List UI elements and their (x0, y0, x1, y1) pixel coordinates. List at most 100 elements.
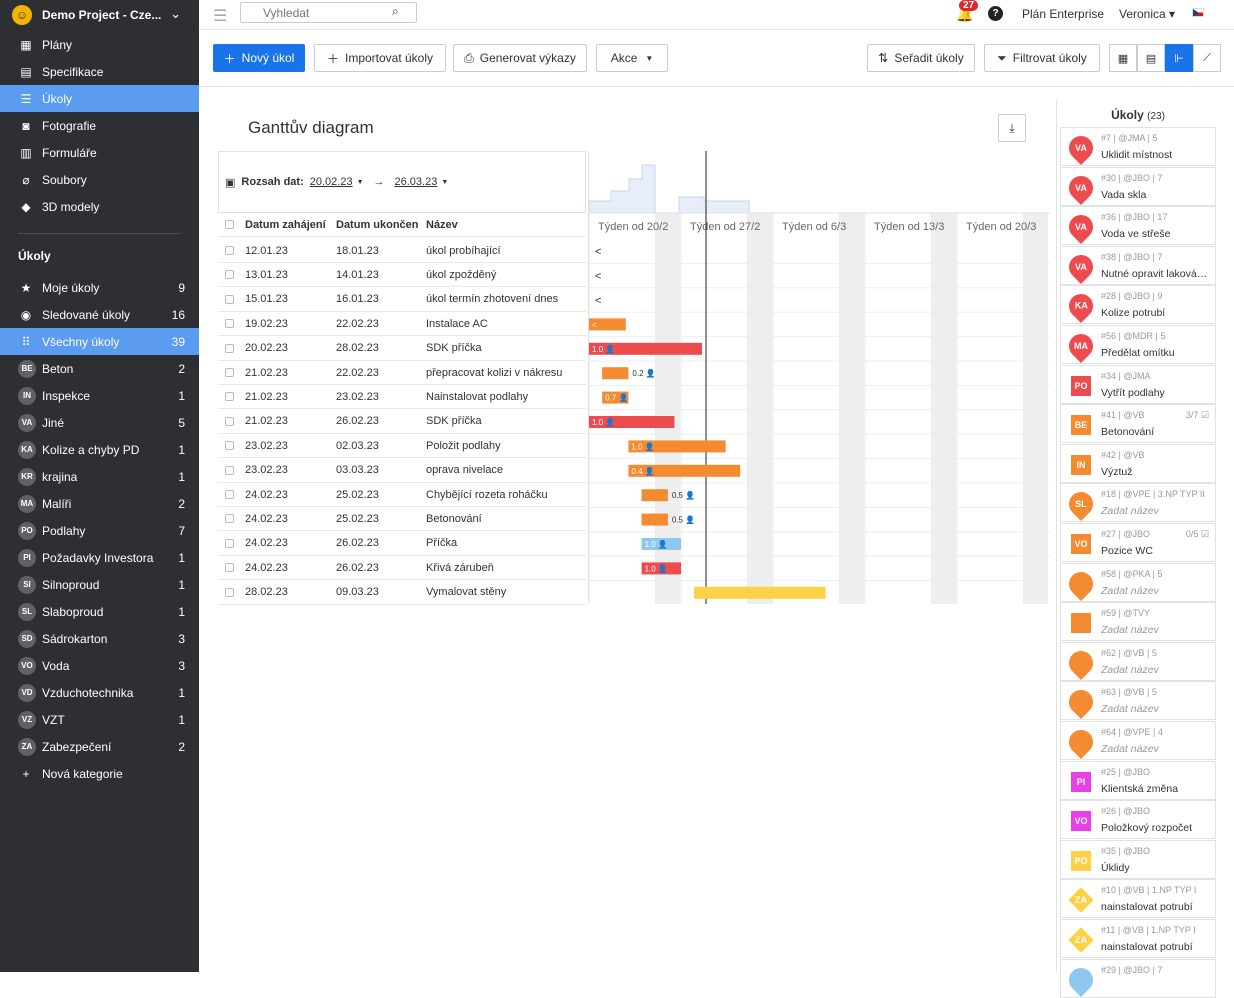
row-checkbox[interactable] (225, 246, 234, 255)
calendar-view-icon[interactable]: ▤ (1137, 44, 1165, 72)
task-card[interactable]: #59 | @TVY Zadat název (1060, 602, 1216, 642)
category-item[interactable]: VA Jiné 5 (0, 409, 199, 436)
download-icon[interactable]: ⤓ (998, 114, 1026, 142)
task-card[interactable]: ZA #10 | @VB | 1.NP TYP I nainstalovat pot… (1060, 879, 1216, 919)
sidebar-item-6[interactable]: ◆ 3D modely (0, 193, 199, 220)
row-checkbox[interactable] (225, 538, 234, 548)
row-checkbox[interactable] (225, 270, 234, 280)
row-checkbox[interactable] (225, 368, 234, 377)
task-card[interactable]: BE #41 | @VB Betonování 3/7 ☑ (1060, 404, 1216, 444)
generate-reports-button[interactable]: ⎙ Generovat výkazy (453, 44, 587, 72)
table-row[interactable]: 21.02.23 26.02.23 SDK příčka (218, 410, 586, 434)
category-item[interactable]: MA Malíři 2 (0, 490, 199, 517)
category-item[interactable]: KR krajina 1 (0, 463, 199, 490)
row-checkbox[interactable] (225, 416, 234, 426)
sidebar-item-1[interactable]: ▤ Specifikace (0, 58, 199, 85)
new-category-button[interactable]: + Nová kategorie (0, 760, 199, 787)
task-card[interactable]: VA #30 | @JBO | 7 Vada skla (1060, 166, 1216, 206)
column-header[interactable]: Datum ukončení (336, 219, 419, 231)
task-card[interactable]: VO #26 | @JBO Položkový rozpočet (1060, 800, 1216, 840)
user-menu[interactable]: Veronica ▾ (1119, 7, 1175, 21)
table-row[interactable]: 24.02.23 26.02.23 Příčka (218, 532, 586, 556)
category-item[interactable]: PO Podlahy 7 (0, 517, 199, 544)
date-from[interactable]: 20.02.23 (310, 176, 353, 188)
row-checkbox[interactable] (225, 465, 234, 475)
search-icon[interactable]: ⌕ (392, 4, 399, 19)
grid-view-icon[interactable]: ▦ (1109, 44, 1137, 72)
row-checkbox[interactable] (225, 441, 234, 451)
filter-tasks-button[interactable]: ⏷ Filtrovat úkoly (984, 44, 1100, 72)
row-checkbox[interactable] (225, 392, 234, 402)
table-row[interactable]: 13.01.23 14.01.23 úkol zpožděný (218, 263, 586, 288)
gantt-view-icon[interactable]: ⊩ (1165, 44, 1193, 72)
table-row[interactable]: 24.02.23 26.02.23 Křivá zárubeň (218, 556, 586, 581)
task-filter-1[interactable]: ◉ Sledované úkoly 16 (0, 301, 199, 328)
task-card[interactable]: PO #34 | @JMA Vytřít podlahy (1060, 364, 1216, 404)
search-input[interactable] (240, 2, 417, 23)
sidebar-item-2[interactable]: ☰ Úkoly (0, 85, 199, 112)
help-icon[interactable]: ? (988, 6, 1003, 21)
table-row[interactable]: 12.01.23 18.01.23 úkol probíhající (218, 239, 586, 263)
category-item[interactable]: ZA Zabezpečení 2 (0, 733, 199, 760)
sidebar-item-0[interactable]: ▦ Plány (0, 31, 199, 58)
task-card[interactable]: VA #7 | @JMA | 5 Uklidit místnost (1060, 127, 1216, 166)
task-card[interactable]: #62 | @VB | 5 Zadat název (1060, 641, 1216, 681)
gantt-bar[interactable] (641, 489, 668, 502)
sidebar-item-3[interactable]: ◙ Fotografie (0, 112, 199, 139)
category-item[interactable]: IN Inspekce 1 (0, 382, 199, 409)
gantt-bar[interactable] (641, 513, 668, 526)
category-item[interactable]: VO Voda 3 (0, 652, 199, 679)
table-row[interactable]: 28.02.23 09.03.23 Vymalovat stěny (218, 581, 586, 605)
chart-view-icon[interactable]: ⟋ (1193, 44, 1221, 72)
task-filter-2[interactable]: ⠿ Všechny úkoly 39 (0, 328, 199, 355)
row-checkbox[interactable] (225, 319, 234, 329)
sidebar-item-5[interactable]: ⌀ Soubory (0, 166, 199, 193)
task-card[interactable]: ZA #11 | @VB | 1.NP TYP I nainstalovat pot… (1060, 919, 1216, 958)
table-row[interactable]: 24.02.23 25.02.23 Betonování (218, 507, 586, 532)
project-selector[interactable]: ☺ Demo Project - Cze... ⌄ (0, 0, 199, 30)
sidebar-item-4[interactable]: ▥ Formuláře (0, 139, 199, 166)
task-card[interactable]: #29 | @JBO | 7 (1060, 958, 1216, 998)
actions-dropdown[interactable]: Akce ▼ (596, 44, 668, 72)
table-row[interactable]: 21.02.23 22.02.23 přepracovat kolizi v nák… (218, 361, 586, 385)
task-card[interactable]: PO #35 | @JBO Úklidy (1060, 839, 1216, 879)
table-row[interactable]: 21.02.23 23.02.23 Nainstalovat podlahy (218, 385, 586, 410)
import-tasks-button[interactable]: ＋ Importovat úkoly (314, 44, 446, 72)
row-checkbox[interactable] (225, 587, 234, 597)
task-card[interactable]: PI #25 | @JBO Klientská změna (1060, 760, 1216, 800)
table-row[interactable]: 20.02.23 28.02.23 SDK příčka (218, 337, 586, 361)
table-row[interactable]: 15.01.23 16.01.23 úkol termín zhotovení dn… (218, 288, 586, 312)
table-row[interactable]: 23.02.23 03.03.23 oprava nivelace (218, 459, 586, 483)
task-card[interactable]: VA #36 | @JBO | 17 Voda ve střeše (1060, 206, 1216, 246)
column-header[interactable]: Název (426, 219, 586, 231)
category-item[interactable]: SI Silnoproud 1 (0, 571, 199, 598)
table-row[interactable]: 19.02.23 22.02.23 Instalace AC (218, 312, 586, 337)
task-card[interactable]: MA #56 | @MDR | 5 Předělat omítku (1060, 325, 1216, 364)
task-card[interactable]: #58 | @PKA | 5 Zadat název (1060, 562, 1216, 602)
category-item[interactable]: BE Beton 2 (0, 355, 199, 382)
plan-link[interactable]: Plán Enterprise (1022, 7, 1104, 21)
task-filter-0[interactable]: ★ Moje úkoly 9 (0, 274, 199, 301)
task-card[interactable]: KA #28 | @JBO | 9 Kolize potrubí (1060, 285, 1216, 325)
gantt-bar[interactable] (694, 586, 826, 599)
category-item[interactable]: SD Sádrokarton 3 (0, 625, 199, 652)
row-checkbox[interactable] (225, 490, 234, 499)
row-checkbox[interactable] (225, 343, 234, 353)
task-card[interactable]: SL #18 | @VPE | 3.NP TYP II Zadat název (1060, 483, 1216, 523)
czech-flag-icon[interactable] (1192, 8, 1204, 17)
category-item[interactable]: VD Vzduchotechnika 1 (0, 679, 199, 706)
category-item[interactable]: SL Slaboproud 1 (0, 598, 199, 625)
row-checkbox[interactable] (225, 514, 234, 524)
menu-icon[interactable]: ☰ (213, 6, 227, 26)
column-header[interactable]: Datum zahájení (245, 219, 333, 231)
category-item[interactable]: VZ VZT 1 (0, 706, 199, 733)
task-card[interactable]: #63 | @VB | 5 Zadat název (1060, 681, 1216, 721)
gantt-bar[interactable] (602, 367, 629, 380)
sort-tasks-button[interactable]: ⇅ Seřadit úkoly (867, 44, 975, 72)
row-checkbox[interactable] (225, 294, 234, 304)
table-row[interactable]: 24.02.23 25.02.23 Chybějící rozeta roháčku (218, 483, 586, 507)
task-card[interactable]: VA #38 | @JBO | 7 Nutné opravit laková… (1060, 245, 1216, 285)
date-to[interactable]: 26.03.23 (395, 176, 438, 188)
category-item[interactable]: PI Požadavky Investora 1 (0, 544, 199, 571)
task-card[interactable]: #64 | @VPE | 4 Zadat název (1060, 721, 1216, 760)
